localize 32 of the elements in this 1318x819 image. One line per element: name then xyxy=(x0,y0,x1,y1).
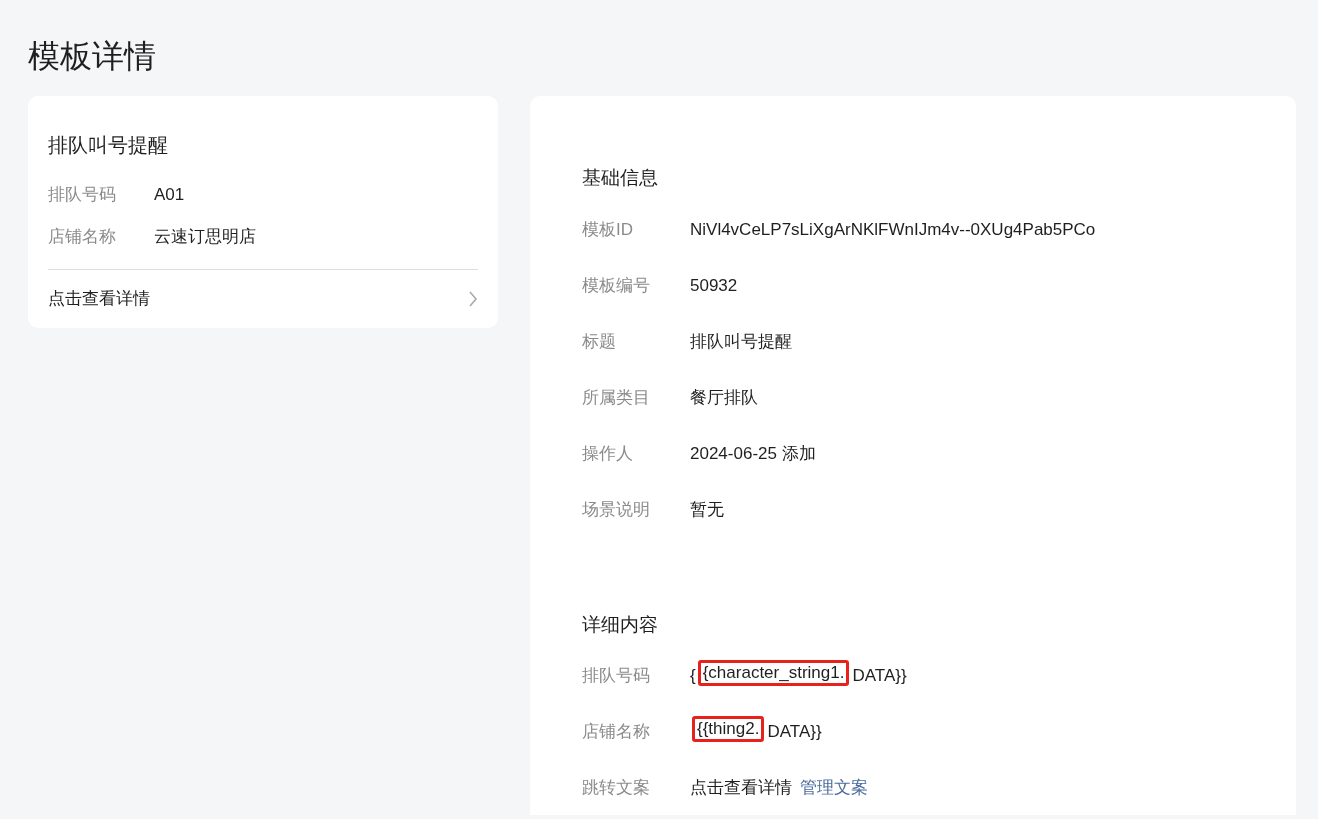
field-label: 跳转文案 xyxy=(582,777,651,799)
field-value: 云速订思明店 xyxy=(154,225,256,248)
field-label: 场景说明 xyxy=(582,498,651,521)
field-label: 排队号码 xyxy=(582,665,651,687)
field-value: DATA}} xyxy=(767,721,822,743)
page-title: 模板详情 xyxy=(28,37,157,76)
field-value: DATA}} xyxy=(852,665,907,687)
field-value: 暂无 xyxy=(690,498,724,521)
field-value: 点击查看详情 xyxy=(690,777,792,799)
field-label: 操作人 xyxy=(582,442,634,465)
field-value: 排队叫号提醒 xyxy=(690,330,792,353)
details-link[interactable]: 点击查看详情 xyxy=(48,286,478,312)
field-label: 模板编号 xyxy=(582,274,651,297)
field-value: { xyxy=(690,665,696,687)
field-value: A01 xyxy=(154,184,185,206)
field-label: 店铺名称 xyxy=(582,721,651,743)
chevron-right-icon xyxy=(468,289,478,308)
field-label: 所属类目 xyxy=(582,386,651,409)
field-label: 排队号码 xyxy=(48,184,117,206)
field-value: 2024-06-25 添加 xyxy=(690,442,816,465)
field-label: 标题 xyxy=(582,330,617,353)
highlight-frame: {{thing2. xyxy=(692,716,765,743)
field-label: 店铺名称 xyxy=(48,225,117,248)
field-value: 50932 xyxy=(690,274,738,297)
field-value: 餐厅排队 xyxy=(690,386,758,409)
highlight-frame: {character_string1. xyxy=(697,660,850,687)
field-label: 模板ID xyxy=(582,218,634,241)
manage-link[interactable]: 管理文案 xyxy=(800,775,868,815)
field-value: NiVl4vCeLP7sLiXgArNKlFWnIJm4v--0XUg4Pab5PCo xyxy=(690,218,1096,241)
section-heading: 基础信息 xyxy=(582,166,659,190)
section-heading: 详细内容 xyxy=(582,612,659,637)
card-title: 排队叫号提醒 xyxy=(48,133,169,158)
